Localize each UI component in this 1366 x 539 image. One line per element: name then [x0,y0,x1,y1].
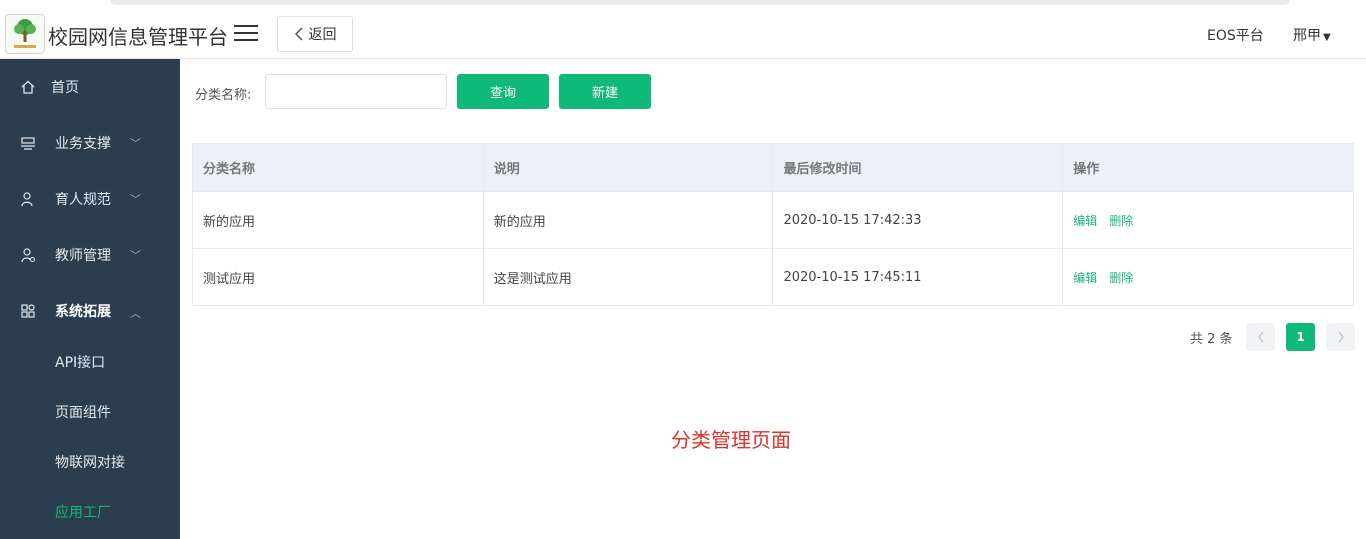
caret-down-icon: ▼ [1323,32,1331,43]
cell-desc: 这是测试应用 [482,248,774,306]
cell-name: 新的应用 [192,191,484,249]
cell-time: 2020-10-15 17:42:33 [772,191,1064,249]
column-header-actions: 操作 [1062,143,1354,192]
sidebar-subitem-iot[interactable]: 物联网对接 [0,437,180,487]
sidebar-subitem-api[interactable]: API接口 [0,337,180,387]
cell-name: 测试应用 [192,248,484,306]
grid-extend-icon [20,303,36,319]
column-header-name: 分类名称 [192,143,484,192]
user-menu[interactable]: 邢甲 ▼ [1293,25,1331,45]
home-icon [20,79,36,95]
chevron-down-icon: ﹀ [130,193,141,206]
column-header-desc: 说明 [482,143,774,192]
chevron-right-icon [1337,331,1344,343]
edit-link[interactable]: 编辑 [1073,214,1097,228]
sidebar-item-label: 教师管理 [55,248,111,264]
chevron-down-icon: ﹀ [130,249,141,262]
cell-time: 2020-10-15 17:45:11 [772,248,1064,306]
sidebar-subitem-label: 物联网对接 [55,455,125,471]
pagination-page-current[interactable]: 1 [1286,323,1315,351]
cell-desc: 新的应用 [482,191,774,249]
pagination-next-button[interactable] [1326,323,1355,351]
business-icon [20,135,36,151]
app-logo [5,14,45,54]
cell-actions: 编辑 删除 [1062,248,1354,306]
chevron-left-icon [294,27,303,41]
sidebar-subitem-label: 应用工厂 [55,505,111,521]
chevron-up-icon: ︿ [130,307,141,320]
pagination-prev-button[interactable] [1246,323,1275,351]
browser-bar [110,0,1290,5]
sidebar-item-system-extend[interactable]: 系统拓展 ︿ [0,283,180,339]
browser-top-strip [0,0,1366,9]
category-name-input[interactable] [265,74,447,109]
user-name: 邢甲 [1293,28,1321,44]
person-rules-icon [20,191,36,207]
eos-platform-link[interactable]: EOS平台 [1207,25,1264,45]
column-header-time: 最后修改时间 [772,143,1064,192]
create-button[interactable]: 新建 [559,74,651,109]
chevron-down-icon: ﹀ [130,137,141,150]
back-button-label: 返回 [308,27,337,43]
category-name-label: 分类名称: [195,88,252,103]
delete-link[interactable]: 删除 [1109,271,1133,285]
back-button[interactable]: 返回 [277,16,353,52]
page-caption: 分类管理页面 [671,428,791,452]
cell-actions: 编辑 删除 [1062,191,1354,249]
sidebar-item-label: 首页 [51,80,79,96]
sidebar-item-home[interactable]: 首页 [0,59,180,115]
sidebar-item-label: 系统拓展 [55,304,111,320]
sidebar-item-label: 业务支撑 [55,136,111,152]
sidebar-item-business[interactable]: 业务支撑 ﹀ [0,115,180,171]
sidebar-item-education[interactable]: 育人规范 ﹀ [0,171,180,227]
chevron-left-icon [1257,331,1264,343]
menu-toggle-icon[interactable] [234,22,258,44]
teacher-icon [20,247,36,263]
sidebar-subitem-label: 页面组件 [55,405,111,421]
sidebar-item-label: 育人规范 [55,192,111,208]
sidebar-item-teachers[interactable]: 教师管理 ﹀ [0,227,180,283]
query-button[interactable]: 查询 [457,74,549,109]
app-title: 校园网信息管理平台 [48,25,228,49]
table-row: 新的应用 新的应用 2020-10-15 17:42:33 编辑 删除 [192,191,1354,249]
sidebar-subitem-page-components[interactable]: 页面组件 [0,387,180,437]
sidebar-subitem-app-factory[interactable]: 应用工厂 [0,487,180,537]
table-header-row: 分类名称 说明 最后修改时间 操作 [192,143,1354,192]
delete-link[interactable]: 删除 [1109,214,1133,228]
edit-link[interactable]: 编辑 [1073,271,1097,285]
category-table: 分类名称 说明 最后修改时间 操作 新的应用 新的应用 2020-10-15 1… [192,143,1354,306]
sidebar: 首页 业务支撑 ﹀ 育人规范 ﹀ 教师管理 ﹀ 系统拓展 ︿ API接口 页面组… [0,59,180,539]
table-row: 测试应用 这是测试应用 2020-10-15 17:45:11 编辑 删除 [192,248,1354,306]
sidebar-subitem-label: API接口 [55,355,106,371]
top-header: 校园网信息管理平台 返回 EOS平台 邢甲 ▼ [0,9,1366,59]
pagination-total: 共 2 条 [1190,332,1233,347]
